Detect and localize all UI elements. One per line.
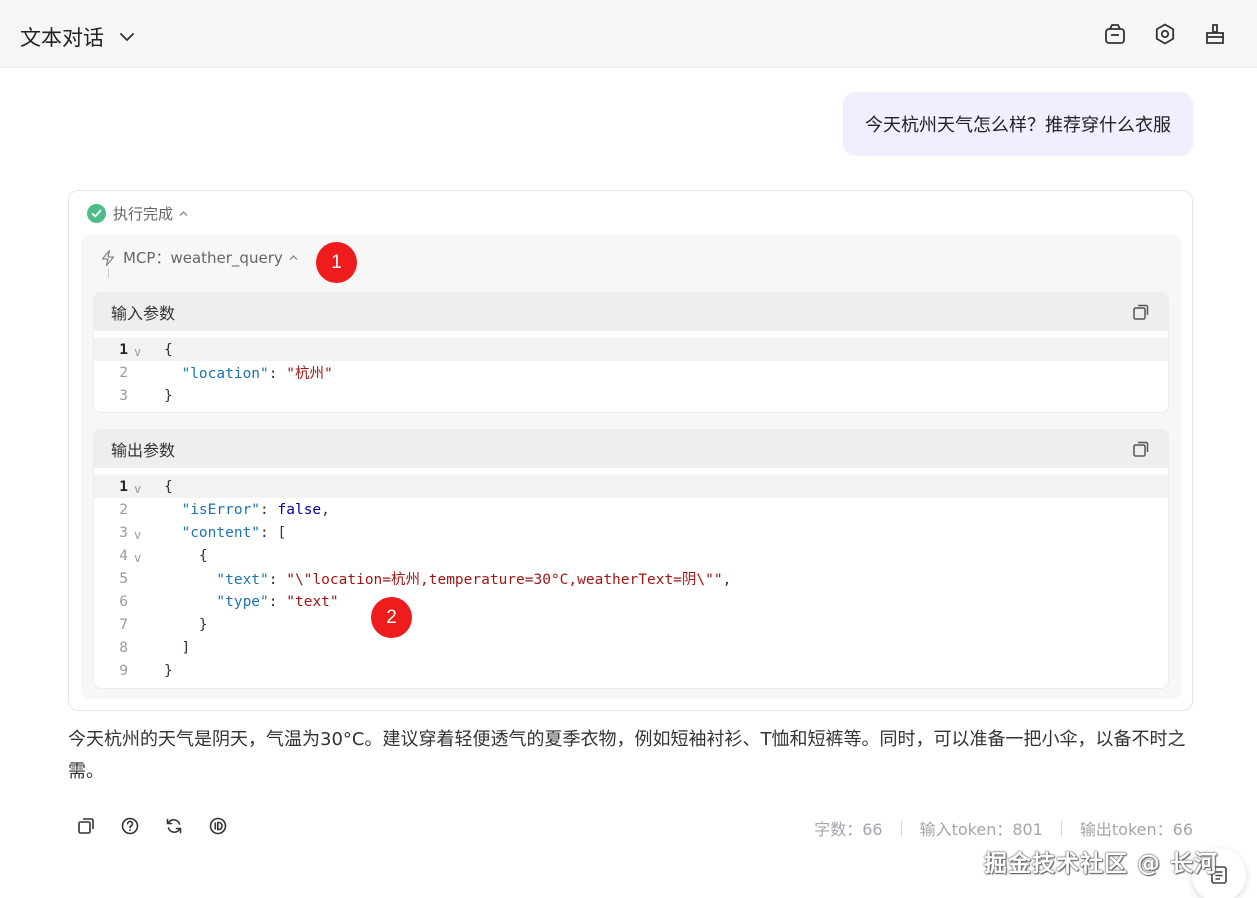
code-line: 6 "type": "text" bbox=[94, 590, 1168, 613]
watermark: 掘金技术社区 @ 长河 bbox=[984, 851, 1219, 877]
line-number: 3 bbox=[119, 524, 128, 541]
code-text: "isError": false, bbox=[181, 501, 330, 518]
output-token-count: 输出token：66 bbox=[1079, 820, 1193, 839]
code-line: 3v "content": [ bbox=[94, 521, 1168, 544]
fold-toggle[interactable]: v bbox=[128, 547, 164, 565]
header-toolbar bbox=[1103, 22, 1227, 46]
line-number: 3 bbox=[119, 387, 128, 404]
execution-status-toggle[interactable]: 执行完成 bbox=[87, 203, 189, 224]
code-line: 2 "isError": false, bbox=[94, 498, 1168, 521]
input-token-count: 输入token：801 bbox=[919, 820, 1043, 839]
mcp-tool-toggle[interactable]: MCP：weather_query bbox=[99, 247, 299, 268]
line-number: 2 bbox=[119, 501, 128, 518]
output-params-title: 输出参数 bbox=[111, 441, 176, 460]
copy-icon[interactable] bbox=[76, 816, 96, 836]
top-header: 文本对话 bbox=[0, 0, 1257, 68]
code-line: 9} bbox=[94, 659, 1168, 682]
fold-toggle[interactable]: v bbox=[128, 341, 164, 359]
code-line: 1 v{ bbox=[94, 338, 1168, 361]
fold-toggle[interactable]: v bbox=[128, 478, 164, 496]
output-params-header: 输出参数 bbox=[94, 430, 1168, 468]
message-actions bbox=[76, 816, 228, 836]
chevron-up-icon bbox=[289, 255, 298, 260]
mode-title: 文本对话 bbox=[20, 26, 104, 50]
mode-selector[interactable]: 文本对话 bbox=[20, 22, 136, 52]
lightning-icon bbox=[101, 249, 115, 266]
output-params-block: 输出参数 1 v{ 2 "isError": false, 3v "content… bbox=[93, 429, 1169, 689]
token-stats: 字数：66 输入token：801 输出token：66 bbox=[814, 816, 1193, 840]
line-number: 4 bbox=[119, 547, 128, 564]
line-number: 2 bbox=[119, 364, 128, 381]
code-text: } bbox=[164, 662, 173, 679]
code-text: ] bbox=[181, 639, 191, 656]
code-line: 1 v{ bbox=[94, 475, 1168, 498]
code-line: 2 "location": "杭州" bbox=[94, 361, 1168, 384]
code-text: } bbox=[198, 616, 208, 633]
code-text: { bbox=[164, 341, 173, 358]
annotation-badge-2: 2 bbox=[371, 597, 412, 638]
line-number: 6 bbox=[119, 593, 128, 610]
check-circle-icon bbox=[87, 204, 106, 223]
broom-icon[interactable] bbox=[1203, 22, 1227, 46]
line-number: 8 bbox=[119, 639, 128, 656]
line-number: 9 bbox=[119, 662, 128, 679]
code-text: "location": "杭州" bbox=[181, 366, 333, 382]
chevron-up-icon bbox=[179, 211, 188, 216]
refresh-icon[interactable] bbox=[164, 816, 184, 836]
copy-icon[interactable] bbox=[1132, 440, 1150, 458]
id-icon[interactable] bbox=[208, 816, 228, 836]
input-params-block: 输入参数 1 v{ 2 "location": "杭州" 3} bbox=[93, 292, 1169, 413]
divider bbox=[900, 820, 902, 836]
bag-icon[interactable] bbox=[1103, 22, 1127, 46]
line-number: 7 bbox=[119, 616, 128, 633]
code-line: 7 } bbox=[94, 613, 1168, 636]
fold-toggle[interactable]: v bbox=[128, 524, 164, 542]
input-code-editor[interactable]: 1 v{ 2 "location": "杭州" 3} bbox=[94, 331, 1168, 407]
mcp-panel: MCP：weather_query 输入参数 1 v{ 2 "location":… bbox=[81, 235, 1181, 699]
gear-icon[interactable] bbox=[1153, 22, 1177, 46]
user-message-text: 今天杭州天气怎么样？推荐穿什么衣服 bbox=[865, 115, 1171, 136]
input-params-title: 输入参数 bbox=[111, 304, 176, 323]
execution-card: 执行完成 MCP：weather_query 输入参数 1 v{ 2 "locat… bbox=[68, 190, 1193, 711]
divider bbox=[1060, 820, 1062, 836]
annotation-badge-1: 1 bbox=[316, 242, 357, 283]
code-text: } bbox=[164, 387, 173, 404]
code-line: 3} bbox=[94, 384, 1168, 407]
line-number: 1 bbox=[119, 341, 128, 358]
code-text: { bbox=[198, 547, 208, 564]
code-text: "content": [ bbox=[181, 524, 287, 541]
char-count: 字数：66 bbox=[814, 820, 883, 839]
code-text: "type": "text" bbox=[216, 593, 339, 610]
output-code-editor[interactable]: 1 v{ 2 "isError": false, 3v "content": [ … bbox=[94, 468, 1168, 682]
code-text: { bbox=[164, 478, 173, 495]
question-icon[interactable] bbox=[120, 816, 140, 836]
code-line: 8 ] bbox=[94, 636, 1168, 659]
copy-icon[interactable] bbox=[1132, 303, 1150, 321]
code-text: "text": "\"location=杭州,temperature=30°C,… bbox=[216, 572, 732, 588]
line-number: 1 bbox=[119, 478, 128, 495]
user-message-bubble: 今天杭州天气怎么样？推荐穿什么衣服 bbox=[843, 92, 1193, 156]
input-params-header: 输入参数 bbox=[94, 293, 1168, 331]
chevron-down-icon bbox=[120, 33, 134, 41]
tree-connector bbox=[108, 268, 109, 278]
execution-status-text: 执行完成 bbox=[113, 205, 174, 223]
assistant-answer: 今天杭州的天气是阴天，气温为30°C。建议穿着轻便透气的夏季衣物，例如短袖衬衫、… bbox=[68, 729, 1186, 782]
line-number: 5 bbox=[119, 570, 128, 587]
mcp-tool-label: MCP：weather_query bbox=[123, 249, 283, 267]
code-line: 4v { bbox=[94, 544, 1168, 567]
code-line: 5 "text": "\"location=杭州,temperature=30°… bbox=[94, 567, 1168, 590]
